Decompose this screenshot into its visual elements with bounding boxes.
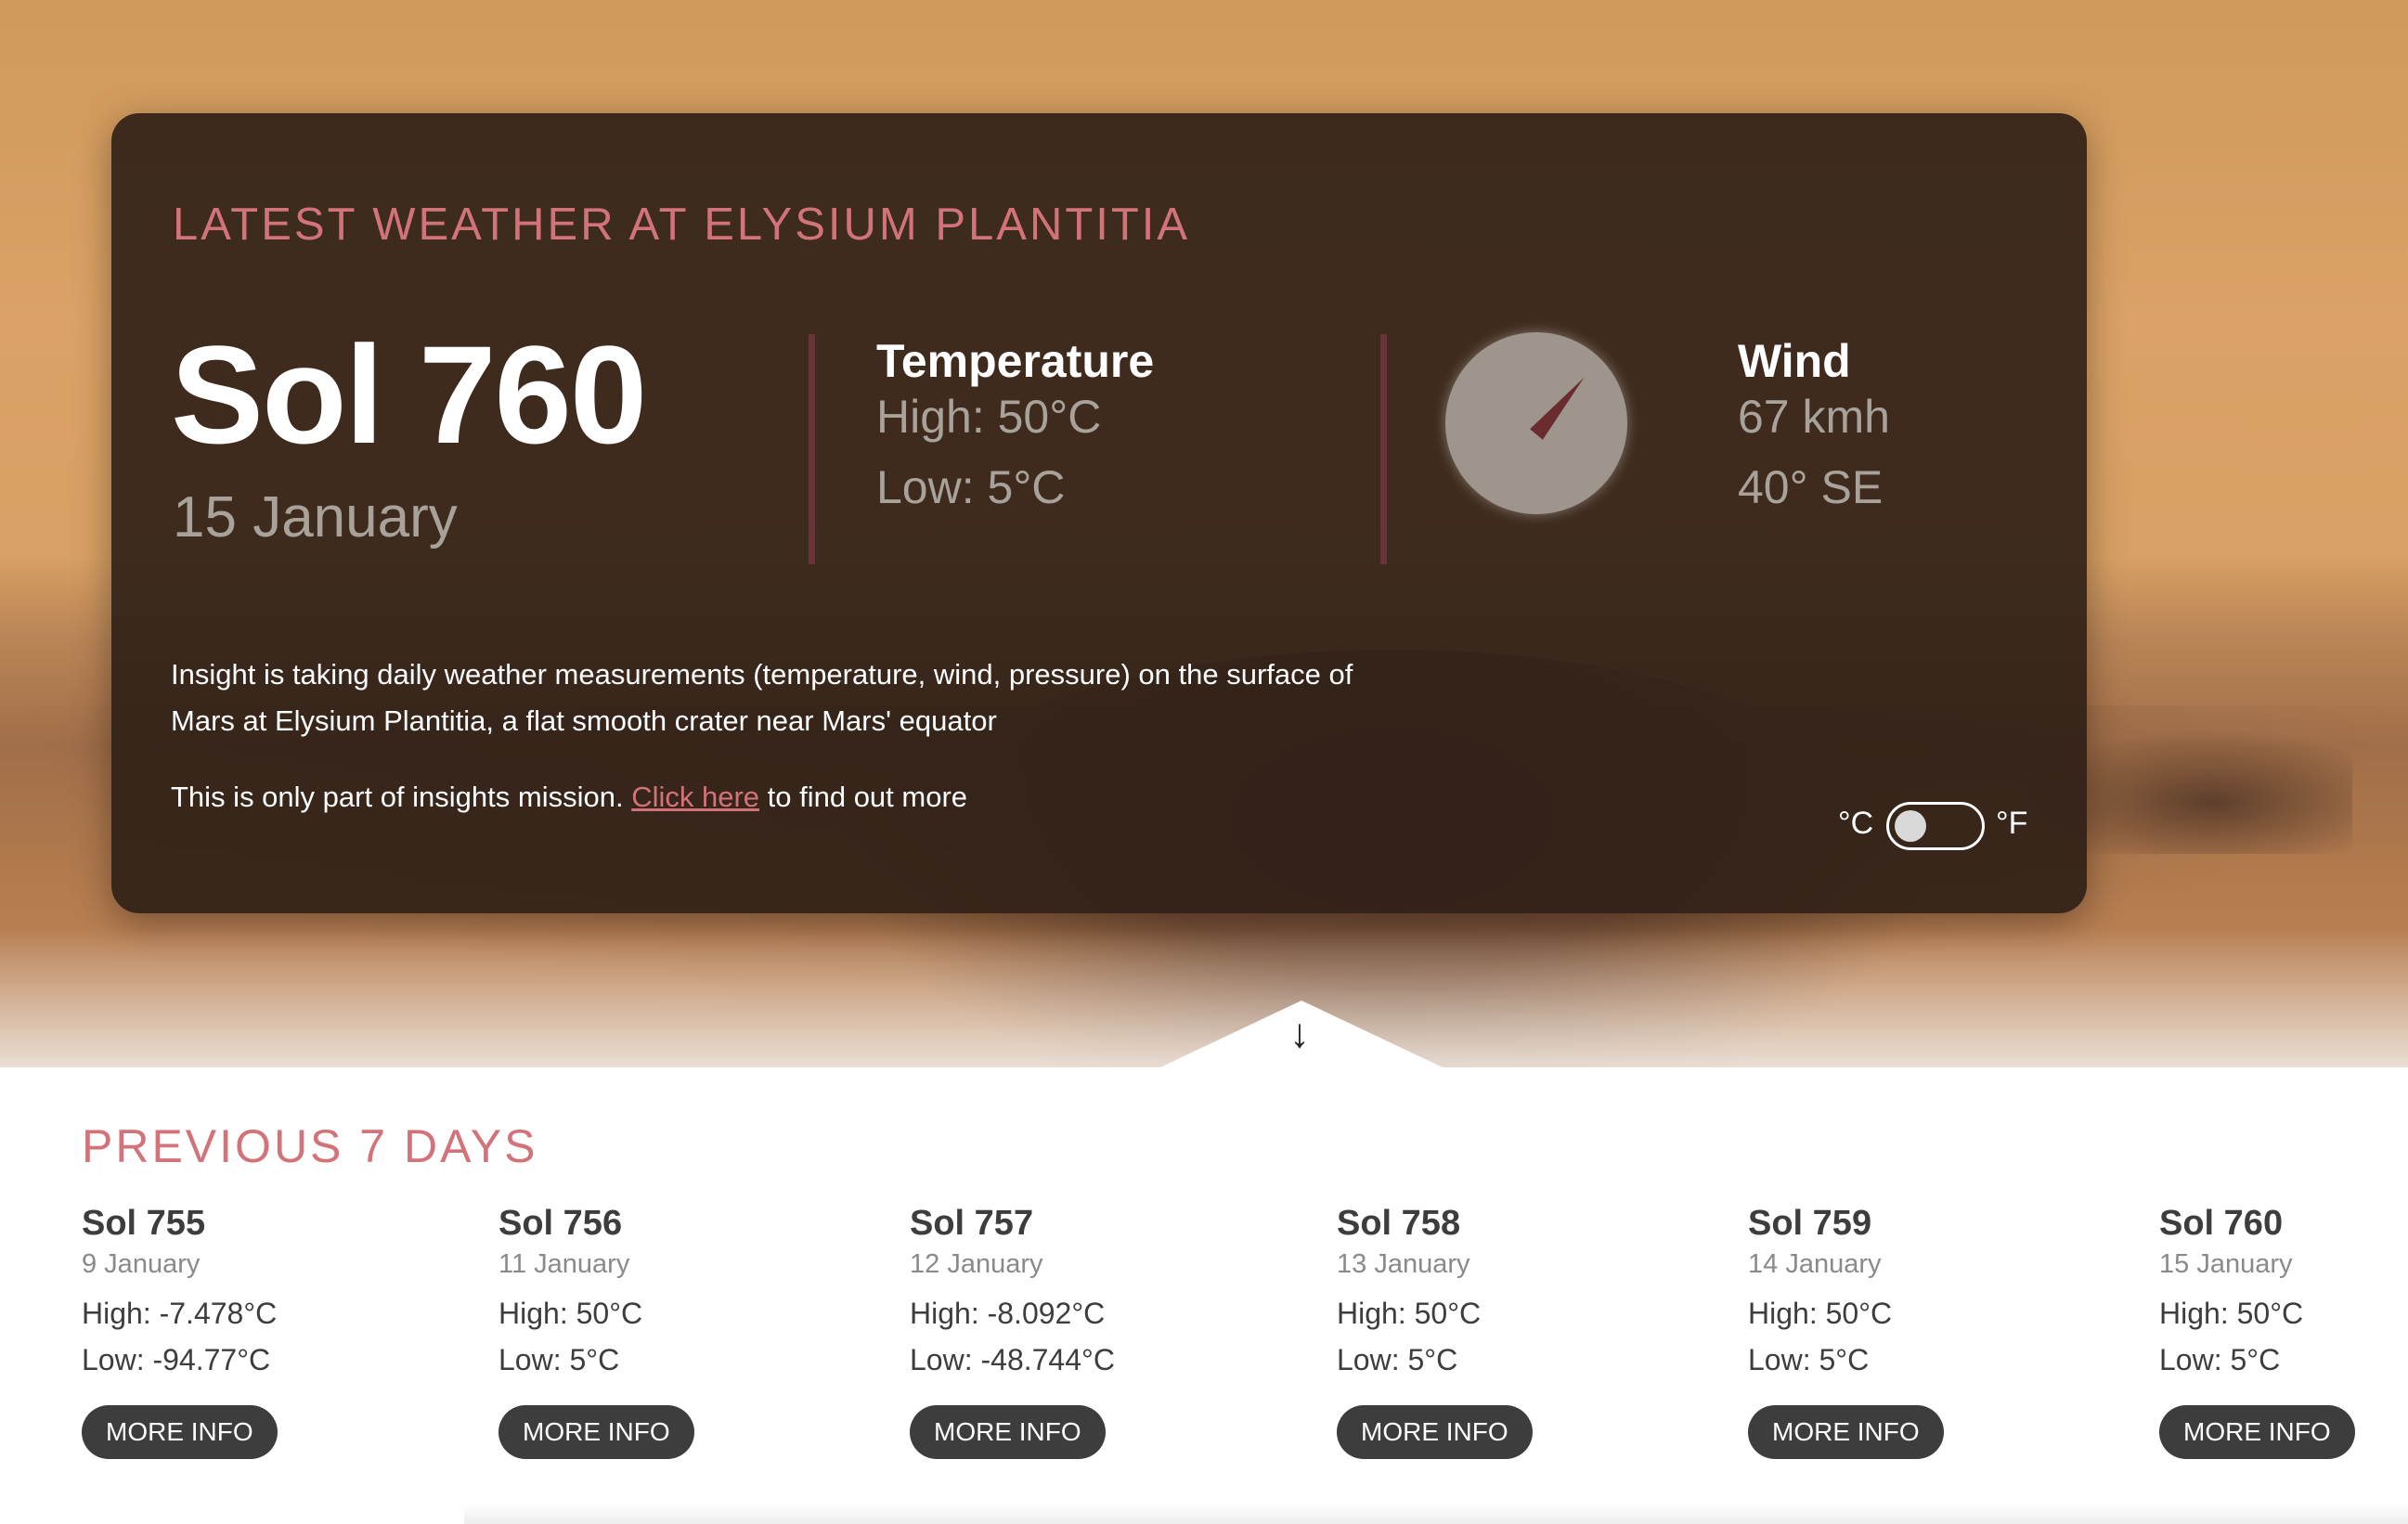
day-date: 11 January [498, 1249, 630, 1279]
mission-prefix: This is only part of insights mission. [171, 781, 632, 813]
current-sol: Sol 760 [171, 316, 647, 472]
day-sol: Sol 760 [2159, 1204, 2284, 1243]
unit-fahrenheit-label: °F [1996, 806, 2028, 841]
day-card: Sol 759 14 January High: 50°C Low: 5°C M… [1748, 1201, 1944, 1459]
day-low: Low: 5°C [2159, 1343, 2281, 1376]
day-low: Low: 5°C [498, 1343, 620, 1376]
temperature-title: Temperature [876, 335, 1155, 387]
more-info-button[interactable]: MORE INFO [498, 1405, 694, 1459]
temperature-high: High: 50°C [876, 391, 1102, 443]
day-high: High: 50°C [1748, 1297, 1893, 1330]
more-info-button[interactable]: MORE INFO [2159, 1405, 2355, 1459]
previous-days-title: Previous 7 days [82, 1120, 538, 1172]
wind-speed: 67 kmh [1738, 391, 1890, 443]
current-date: 15 January [173, 485, 458, 549]
arrow-down-icon[interactable]: ↓ [1286, 1014, 1314, 1054]
day-high: High: 50°C [498, 1297, 643, 1330]
day-high: High: 50°C [2159, 1297, 2304, 1330]
day-low: Low: 5°C [1337, 1343, 1458, 1376]
day-date: 14 January [1748, 1249, 1882, 1279]
day-card: Sol 760 15 January High: 50°C Low: 5°C M… [2159, 1201, 2355, 1459]
mission-link[interactable]: Click here [631, 781, 759, 813]
day-high: High: -7.478°C [82, 1297, 278, 1330]
day-card: Sol 755 9 January High: -7.478°C Low: -9… [82, 1201, 278, 1459]
divider [1380, 334, 1387, 564]
more-info-button[interactable]: MORE INFO [910, 1405, 1106, 1459]
unit-celsius-label: °C [1838, 806, 1874, 841]
more-info-button[interactable]: MORE INFO [1748, 1405, 1944, 1459]
day-low: Low: -48.744°C [910, 1343, 1115, 1376]
toggle-knob [1895, 810, 1926, 842]
day-card: Sol 757 12 January High: -8.092°C Low: -… [910, 1201, 1115, 1459]
day-low: Low: -94.77°C [82, 1343, 271, 1376]
day-low: Low: 5°C [1748, 1343, 1870, 1376]
day-date: 12 January [910, 1249, 1043, 1279]
day-date: 13 January [1337, 1249, 1470, 1279]
day-card: Sol 756 11 January High: 50°C Low: 5°C M… [498, 1201, 694, 1459]
day-sol: Sol 756 [498, 1204, 623, 1243]
description: Insight is taking daily weather measurem… [171, 658, 1353, 737]
day-sol: Sol 758 [1337, 1204, 1461, 1243]
wind-direction: 40° SE [1738, 461, 1884, 513]
day-date: 15 January [2159, 1249, 2293, 1279]
bottom-shadow [464, 1504, 2408, 1524]
compass-icon [1445, 332, 1627, 514]
mission-text: This is only part of insights mission. C… [171, 774, 967, 820]
divider [809, 334, 815, 564]
unit-toggle[interactable] [1886, 802, 1985, 850]
mission-suffix: to find out more [759, 781, 968, 813]
day-sol: Sol 759 [1748, 1204, 1872, 1243]
wind-needle [1530, 371, 1591, 440]
more-info-button[interactable]: MORE INFO [1337, 1405, 1533, 1459]
wind-title: Wind [1738, 335, 1851, 387]
day-high: High: -8.092°C [910, 1297, 1106, 1330]
card-title: Latest weather at Elysium Plantitia [173, 200, 1191, 250]
day-sol: Sol 755 [82, 1204, 206, 1243]
day-card: Sol 758 13 January High: 50°C Low: 5°C M… [1337, 1201, 1533, 1459]
day-sol: Sol 757 [910, 1204, 1034, 1243]
day-high: High: 50°C [1337, 1297, 1482, 1330]
temperature-low: Low: 5°C [876, 461, 1066, 513]
day-date: 9 January [82, 1249, 201, 1279]
more-info-button[interactable]: MORE INFO [82, 1405, 278, 1459]
weather-card: Latest weather at Elysium Plantitia Sol … [111, 113, 2087, 913]
